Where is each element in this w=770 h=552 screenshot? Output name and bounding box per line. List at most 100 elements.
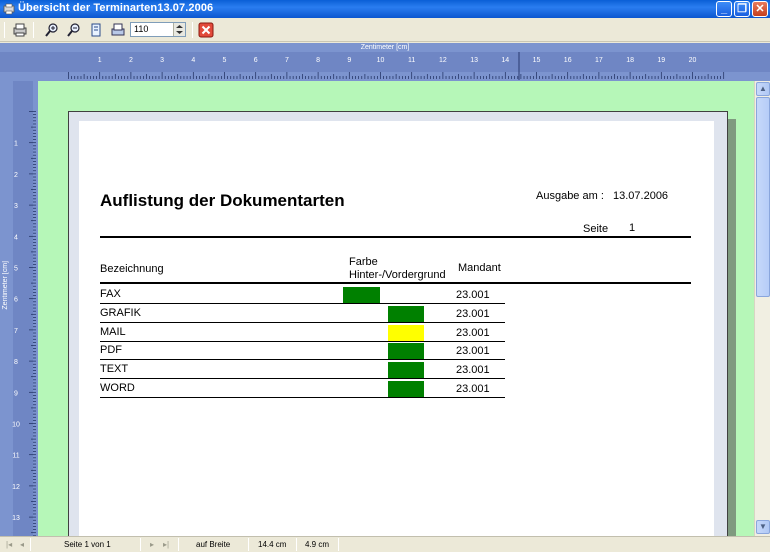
ruler-number: 10: [12, 422, 20, 429]
minimize-button[interactable]: _: [716, 1, 732, 17]
column-header-color: Farbe: [349, 256, 378, 268]
ruler-number: 16: [564, 57, 572, 64]
restore-button[interactable]: ❐: [734, 1, 750, 17]
status-separator: [140, 538, 141, 551]
ruler-number: 20: [689, 57, 697, 64]
zoom-input[interactable]: 110: [130, 22, 186, 37]
row-divider: [100, 378, 505, 380]
row-name: FAX: [100, 288, 121, 300]
vertical-scrollbar[interactable]: ▲ ▼: [754, 81, 770, 536]
vertical-ruler: Zentimeter [cm] 1 2 3 4 5 6 7 8 9 10 11 12 13: [0, 81, 38, 536]
print-setup-icon[interactable]: [110, 22, 126, 38]
color-swatch: [388, 362, 424, 379]
ruler-number: 9: [347, 57, 351, 64]
row-divider: [100, 397, 505, 398]
ruler-number: 6: [254, 57, 258, 64]
ruler-number: 7: [285, 57, 289, 64]
spin-arrows-icon: [176, 25, 183, 34]
issue-date: 13.07.2006: [613, 190, 669, 202]
preview-viewport[interactable]: Auflistung der Dokumentarten Ausgabe am …: [38, 81, 754, 536]
close-button[interactable]: ✕: [752, 1, 768, 17]
zoom-out-icon[interactable]: [66, 22, 82, 38]
color-swatch: [388, 305, 424, 322]
ruler-ticks: 1 2 3 4 5 6 7 8 9 10 11 12 13 14 15 16 17 18 19 20: [0, 52, 770, 80]
zoom-mode: auf Breite: [196, 540, 231, 549]
ruler-ticks: 12345678910111213: [12, 81, 36, 536]
zoom-value: 110: [134, 24, 149, 34]
ruler-number: 8: [316, 57, 320, 64]
row-mandant: 23.001: [456, 289, 490, 301]
scroll-down-button[interactable]: ▼: [756, 520, 770, 534]
column-header-name: Bezeichnung: [100, 263, 164, 275]
first-page-icon[interactable]: |◂: [6, 540, 12, 549]
ruler-number: 1: [14, 141, 18, 148]
status-bar: |◂ ◂ Seite 1 von 1 ▸ ▸| auf Breite 14.4 …: [0, 536, 770, 552]
ruler-number: 10: [377, 57, 385, 64]
report-title: Auflistung der Dokumentarten: [100, 191, 345, 210]
row-name: WORD: [100, 382, 135, 394]
next-page-icon[interactable]: ▸: [150, 540, 154, 549]
ruler-number: 4: [14, 234, 18, 241]
ruler-number: 13: [12, 515, 20, 522]
restore-icon: ❐: [737, 3, 747, 15]
close-icon: ✕: [755, 3, 765, 15]
ruler-number: 18: [626, 57, 634, 64]
ruler-number: 12: [12, 484, 20, 491]
ruler-number: 3: [14, 203, 18, 210]
row-name: MAIL: [100, 325, 126, 338]
toolbar-separator: [33, 22, 34, 38]
color-swatch: [388, 324, 424, 341]
row-divider: [100, 303, 505, 304]
ruler-number: 17: [595, 57, 603, 64]
row-mandant: 23.001: [456, 383, 490, 395]
ruler-number: 11: [408, 57, 415, 64]
column-header-color-sub: Hinter-/Vordergrund: [349, 269, 446, 281]
ruler-number: 13: [470, 57, 478, 64]
ruler-number: 5: [14, 266, 18, 273]
ruler-number: 5: [223, 57, 227, 64]
ruler-number: 1: [98, 57, 102, 64]
prev-page-icon[interactable]: ◂: [20, 540, 24, 549]
color-swatch: [388, 343, 424, 360]
last-page-icon[interactable]: ▸|: [163, 540, 169, 549]
row-divider: [100, 321, 505, 323]
page-number: 1: [629, 222, 636, 234]
toolbar-separator: [4, 22, 5, 38]
row-mandant: 23.001: [456, 345, 490, 358]
ruler-number: 8: [14, 359, 18, 366]
ruler-number: 15: [533, 57, 541, 64]
cursor-y: 4.9 cm: [305, 540, 330, 549]
title-bar[interactable]: Übersicht der Terminarten13.07.2006 _ ❐ …: [0, 0, 770, 18]
row-mandant: 23.001: [456, 307, 490, 320]
print-icon[interactable]: [12, 22, 28, 38]
page-label: Seite: [583, 223, 609, 235]
ruler-number: 2: [14, 172, 18, 179]
issue-date-label: Ausgabe am :: [536, 190, 604, 202]
ruler-number: 4: [191, 57, 195, 64]
row-name: TEXT: [100, 363, 129, 376]
ruler-number: 14: [501, 57, 509, 64]
status-separator: [248, 538, 249, 551]
window-title: Übersicht der Terminarten13.07.2006: [18, 2, 214, 14]
ruler-number: 2: [129, 57, 133, 64]
ruler-number: 7: [14, 328, 18, 335]
scroll-thumb[interactable]: [756, 97, 770, 297]
row-name: GRAFIK: [100, 306, 141, 319]
status-separator: [338, 538, 339, 551]
fit-page-icon[interactable]: [88, 22, 104, 38]
status-separator: [296, 538, 297, 551]
toolbar-separator: [192, 22, 193, 38]
toolbar: 110: [0, 18, 770, 42]
cursor-x: 14.4 cm: [258, 540, 287, 549]
row-divider: [100, 340, 505, 342]
header-divider: [100, 236, 691, 238]
minimize-icon: _: [720, 3, 728, 15]
horizontal-ruler: Zentimeter [cm] 1 2 3 4 5 6 7 8 9 10 11 12 13 14 15 16 1…: [0, 43, 770, 81]
zoom-in-icon[interactable]: [44, 22, 60, 38]
close-preview-icon[interactable]: [198, 22, 214, 38]
ruler-number: 12: [439, 57, 447, 64]
zoom-spinner[interactable]: [173, 23, 185, 36]
app-icon: [3, 3, 15, 15]
row-name: PDF: [100, 344, 122, 357]
scroll-up-button[interactable]: ▲: [756, 82, 770, 96]
